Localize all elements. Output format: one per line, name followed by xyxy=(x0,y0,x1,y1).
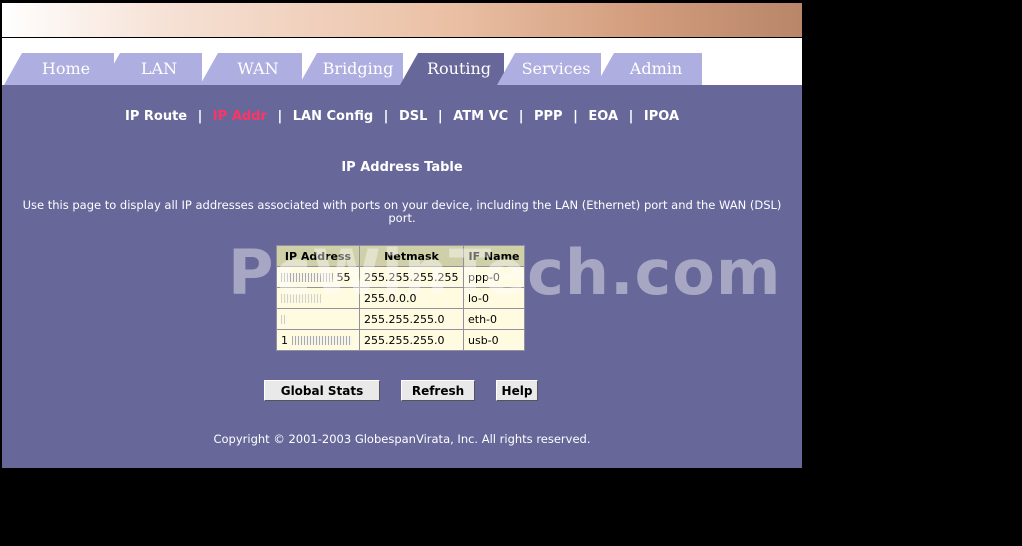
copyright-text: Copyright © 2001-2003 GlobespanVirata, I… xyxy=(213,432,591,446)
subnav-dsl[interactable]: DSL xyxy=(399,109,427,124)
subnav-atm-vc[interactable]: ATM VC xyxy=(453,109,508,124)
global-stats-button[interactable]: Global Stats xyxy=(264,380,380,401)
subnav-separator: | xyxy=(573,109,578,124)
ip-address-table: IP Address Netmask IF Name 55 255.255.25… xyxy=(276,245,525,351)
table-row: 255.255.255.0 eth-0 xyxy=(276,308,525,330)
if-name-cell: usb-0 xyxy=(463,329,525,351)
tab-routing[interactable]: Routing xyxy=(400,53,504,85)
help-button[interactable]: Help xyxy=(496,380,538,401)
netmask-cell: 255.0.0.0 xyxy=(359,287,464,309)
tab-wan[interactable]: WAN xyxy=(200,53,302,85)
column-header-if-name: IF Name xyxy=(463,245,525,267)
if-name-cell: ppp-0 xyxy=(463,266,525,288)
redacted-ip xyxy=(291,336,352,345)
netmask-cell: 255.255.255.0 xyxy=(359,308,464,330)
refresh-button[interactable]: Refresh xyxy=(401,380,475,401)
subnav-separator: | xyxy=(277,109,283,124)
subnav-separator: | xyxy=(628,109,634,124)
table-row: 1 255.255.255.0 usb-0 xyxy=(276,329,525,351)
subnav-eoa[interactable]: EOA xyxy=(588,109,618,124)
ip-address-cell xyxy=(276,308,360,330)
subnav-ip-route[interactable]: IP Route xyxy=(125,109,187,124)
redacted-ip xyxy=(281,273,333,282)
netmask-cell: 255.255.255.0 xyxy=(359,329,464,351)
tab-services[interactable]: Services xyxy=(497,53,601,85)
page-title: IP Address Table xyxy=(341,160,463,175)
tab-bridging[interactable]: Bridging xyxy=(299,53,403,85)
if-name-cell: eth-0 xyxy=(463,308,525,330)
routing-subnav: IP Route | IP Addr | LAN Config | DSL | … xyxy=(2,109,802,124)
table-row: 255.0.0.0 lo-0 xyxy=(276,287,525,309)
subnav-lan-config[interactable]: LAN Config xyxy=(293,109,373,124)
redacted-ip xyxy=(281,315,287,324)
ip-address-cell xyxy=(276,287,360,309)
subnav-ipoa[interactable]: IPOA xyxy=(644,109,679,124)
page-description: Use this page to display all IP addresse… xyxy=(22,198,782,225)
subnav-separator: | xyxy=(437,109,443,124)
if-name-cell: lo-0 xyxy=(463,287,525,309)
ip-address-cell: 55 xyxy=(276,266,360,288)
column-header-ip-address: IP Address xyxy=(276,245,360,267)
subnav-separator: | xyxy=(197,109,203,124)
subnav-ip-addr[interactable]: IP Addr xyxy=(213,109,267,124)
redacted-ip xyxy=(281,294,321,303)
table-header-row: IP Address Netmask IF Name xyxy=(276,245,525,267)
netmask-cell: 255.255.255.255 xyxy=(359,266,464,288)
column-header-netmask: Netmask xyxy=(359,245,464,267)
header-banner xyxy=(2,3,802,37)
subnav-separator: | xyxy=(383,109,389,124)
table-row: 55 255.255.255.255 ppp-0 xyxy=(276,266,525,288)
tab-home[interactable]: Home xyxy=(4,53,114,85)
ip-address-cell: 1 xyxy=(276,329,360,351)
subnav-separator: | xyxy=(518,109,524,124)
subnav-ppp[interactable]: PPP xyxy=(534,109,563,124)
tab-admin[interactable]: Admin xyxy=(596,53,702,85)
